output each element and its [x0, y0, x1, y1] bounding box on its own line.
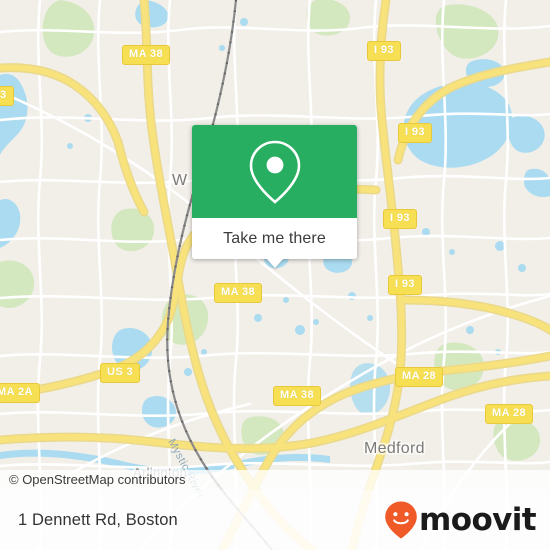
- highway-shield-i93-upper: I 93: [398, 123, 432, 143]
- highway-shield-ma28-right: MA 28: [485, 404, 533, 424]
- address-label: 1 Dennett Rd, Boston: [18, 510, 178, 529]
- moovit-wordmark: moovit: [419, 501, 537, 538]
- location-popup[interactable]: Take me there: [192, 125, 357, 268]
- map-attribution: © OpenStreetMap contributors: [0, 470, 550, 490]
- highway-shield-ma28-left: MA 28: [395, 367, 443, 387]
- place-label-w: W: [172, 172, 188, 189]
- place-label-medford: Medford: [364, 440, 425, 457]
- highway-shield-i93-mid: I 93: [383, 209, 417, 229]
- moovit-logo: moovit: [384, 500, 537, 540]
- location-pin-icon: [249, 140, 300, 204]
- highway-shield-ma38-mid: MA 38: [214, 283, 262, 303]
- popup-tail: [265, 258, 284, 268]
- map-canvas[interactable]: MA 38 I 93 3 I 93 I 93 MA 38 I 93 US 3 M…: [0, 0, 550, 550]
- map-vector-layer: [0, 0, 550, 550]
- highway-shield-ma38-north: MA 38: [122, 45, 170, 65]
- map-screen: MA 38 I 93 3 I 93 I 93 MA 38 I 93 US 3 M…: [0, 0, 550, 550]
- highway-shield-us3: US 3: [100, 363, 141, 383]
- popup-action-area[interactable]: Take me there: [192, 218, 357, 268]
- popup-image-area: [192, 125, 357, 218]
- highway-shield-ma38-south: MA 38: [273, 386, 321, 406]
- highway-shield-ma2a: MA 2A: [0, 383, 40, 403]
- moovit-smiley-pin-icon: [385, 501, 417, 539]
- take-me-there-button[interactable]: Take me there: [223, 230, 326, 248]
- highway-shield-i93-lower: I 93: [388, 275, 422, 295]
- footer-bar: 1 Dennett Rd, Boston moovit: [0, 490, 550, 550]
- highway-shield-ma3-edge: 3: [0, 86, 14, 106]
- highway-shield-i93-north: I 93: [367, 41, 401, 61]
